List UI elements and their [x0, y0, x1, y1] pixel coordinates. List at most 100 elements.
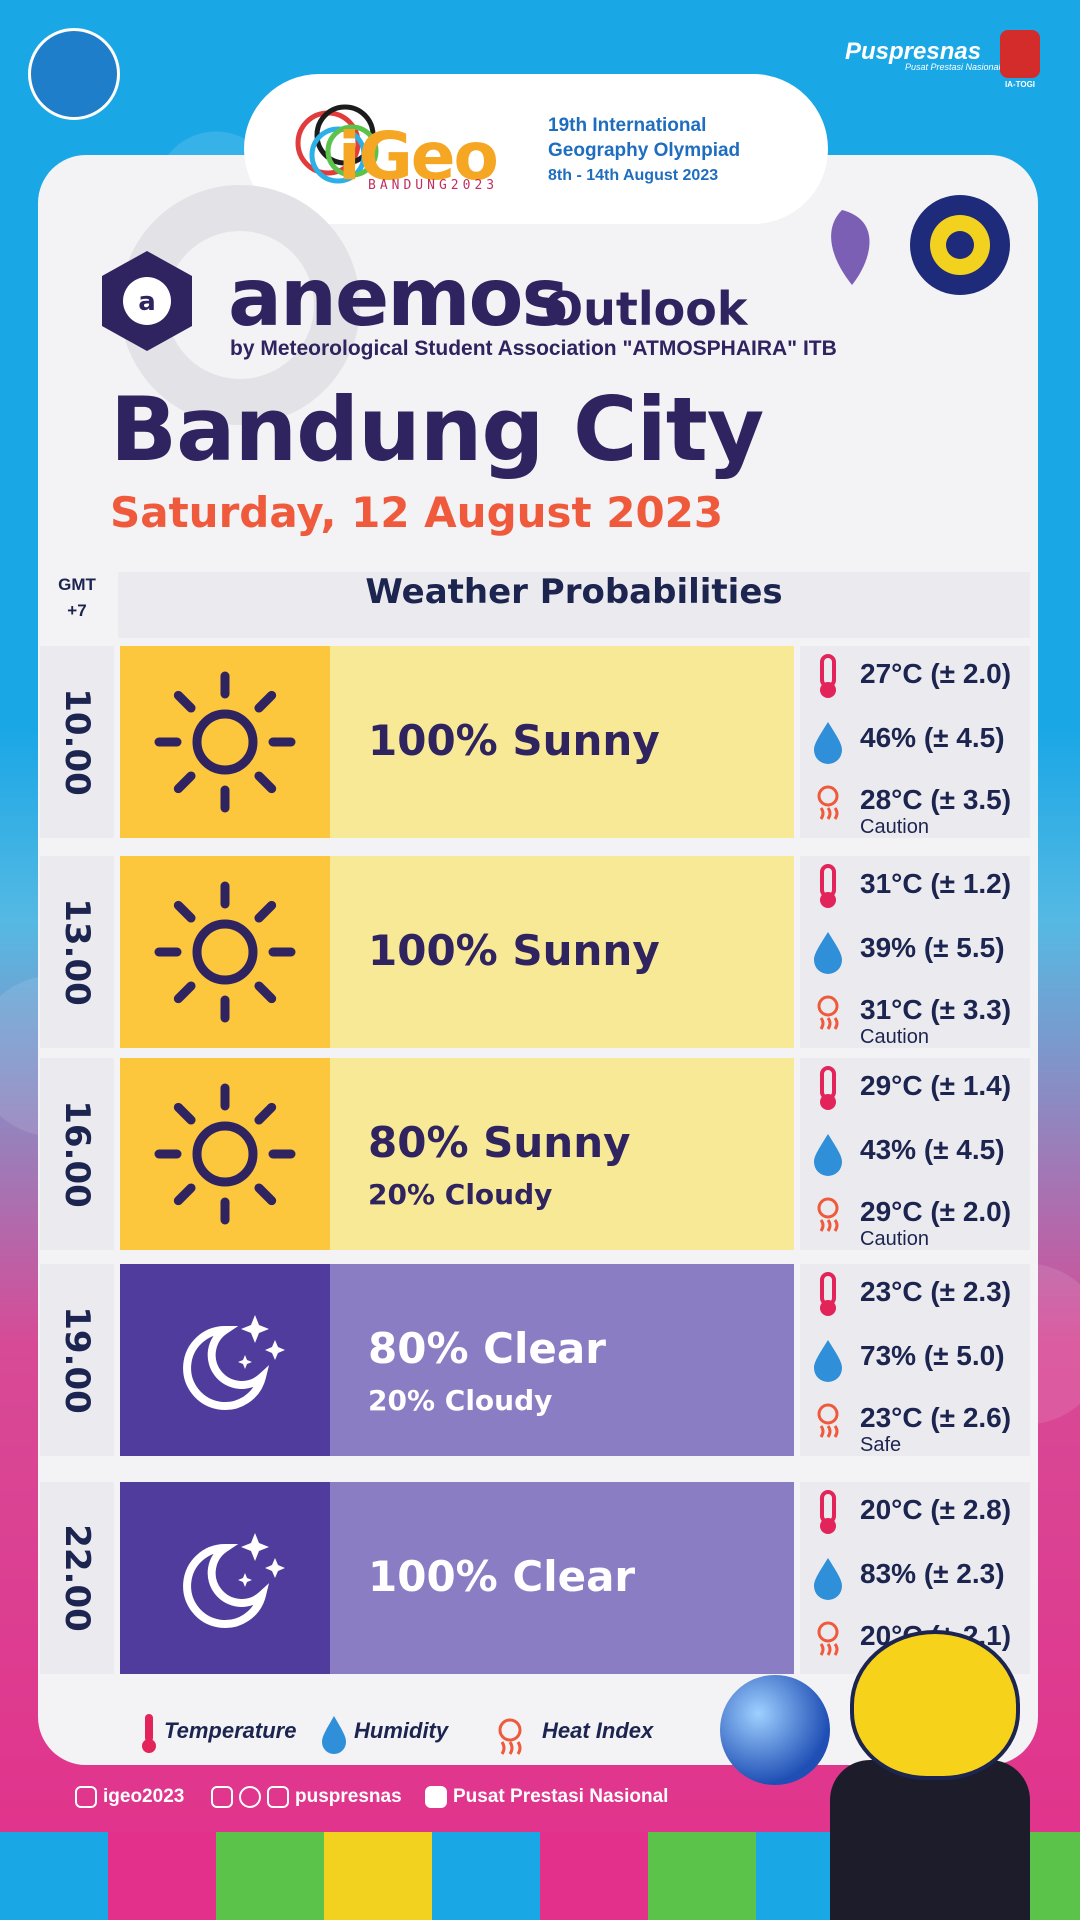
heat-index-icon	[808, 1616, 848, 1662]
sun-icon	[150, 1079, 300, 1233]
city-title: Bandung City	[110, 378, 764, 481]
weather-icon-cell	[120, 1482, 330, 1674]
forecast-row: 13.00 100% Sunny 31°C (± 1.2) 39% (± 5.5) 31…	[40, 856, 1030, 1048]
heat-index-icon	[808, 990, 848, 1036]
heat-index-value: 31°C (± 3.3)	[860, 994, 1012, 1025]
temperature-value: 20°C (± 2.8)	[860, 1494, 1012, 1525]
time-cell: 16.00	[40, 1058, 114, 1250]
olympiad-line1: 19th International	[548, 115, 707, 136]
humidity-drop-icon	[808, 928, 848, 974]
twitter-icon	[239, 1786, 261, 1808]
heat-index-note: Caution	[860, 816, 929, 838]
tut-wuri-handayani-logo	[28, 28, 120, 120]
condition-cell: 80% Sunny 20% Cloudy	[330, 1058, 794, 1250]
time-cell: 10.00	[40, 646, 114, 838]
weather-icon-cell	[120, 1058, 330, 1250]
humidity-drop-icon	[322, 1716, 346, 1754]
temperature-value: 23°C (± 2.3)	[860, 1276, 1012, 1307]
humidity-value: 73% (± 5.0)	[860, 1340, 1005, 1371]
heat-index-value: 29°C (± 2.0)	[860, 1196, 1012, 1227]
temperature-stat: 20°C (± 2.8)	[800, 1488, 1030, 1538]
humidity-drop-icon	[808, 718, 848, 764]
thermometer-icon	[808, 1272, 848, 1318]
temperature-stat: 23°C (± 2.3)	[800, 1270, 1030, 1320]
stats-cell: 29°C (± 1.4) 43% (± 4.5) 29°C (± 2.0) Cauti…	[800, 1058, 1030, 1250]
heat-index-icon	[808, 780, 848, 826]
humidity-stat: 83% (± 2.3)	[800, 1552, 1030, 1602]
thermometer-icon	[808, 1490, 848, 1536]
secondary-condition: 20% Cloudy	[368, 1384, 553, 1417]
mascot-body	[830, 1760, 1030, 1920]
youtube-icon	[425, 1786, 447, 1808]
igeo-logo-subtext: BANDUNG2023	[368, 178, 499, 193]
primary-condition: 100% Sunny	[368, 926, 660, 975]
primary-condition: 100% Sunny	[368, 716, 660, 765]
heat-index-note: Caution	[860, 1026, 929, 1048]
stats-cell: 27°C (± 2.0) 46% (± 4.5) 28°C (± 3.5) Cauti…	[800, 646, 1030, 838]
thermometer-icon	[808, 654, 848, 700]
weather-icon-cell	[120, 646, 330, 838]
primary-condition: 80% Sunny	[368, 1118, 631, 1167]
moon-stars-icon	[150, 1503, 300, 1657]
heat-index-icon	[808, 1192, 848, 1238]
humidity-stat: 43% (± 4.5)	[800, 1128, 1030, 1178]
humidity-drop-icon	[808, 1130, 848, 1176]
heat-index-value: 28°C (± 3.5)	[860, 784, 1012, 815]
moon-stars-icon	[150, 1285, 300, 1439]
condition-cell: 100% Sunny	[330, 856, 794, 1048]
humidity-value: 39% (± 5.5)	[860, 932, 1005, 963]
globe-icon	[720, 1675, 830, 1785]
heat-index-icon	[498, 1718, 522, 1755]
timezone-line2: +7	[67, 601, 87, 620]
forecast-row: 10.00 100% Sunny 27°C (± 2.0) 46% (± 4.5) 28…	[40, 646, 1030, 838]
humidity-value: 83% (± 2.3)	[860, 1558, 1005, 1589]
humidity-stat: 46% (± 4.5)	[800, 716, 1030, 766]
condition-cell: 80% Clear 20% Cloudy	[330, 1264, 794, 1456]
atmosphaira-logo	[822, 200, 892, 290]
condition-cell: 100% Sunny	[330, 646, 794, 838]
youtube-text: Pusat Prestasi Nasional	[453, 1786, 669, 1808]
forecast-row: 16.00 80% Sunny 20% Cloudy 29°C (± 1.4) 43% …	[40, 1058, 1030, 1250]
thermometer-icon	[142, 1714, 156, 1753]
heat-index-stat: 28°C (± 3.5) Caution	[800, 778, 1030, 838]
time-label: 10.00	[57, 688, 97, 796]
himpunan-meteorologi-logo	[910, 195, 1010, 295]
temperature-value: 27°C (± 2.0)	[860, 658, 1012, 689]
anemos-brand: anemos	[228, 251, 569, 344]
social-handles[interactable]: puspresnas	[211, 1786, 402, 1808]
temperature-value: 29°C (± 1.4)	[860, 1070, 1012, 1101]
legend-temperature: Temperature	[164, 1718, 297, 1743]
social-handles-text: puspresnas	[295, 1786, 402, 1808]
anemos-logo-icon: a	[92, 246, 202, 356]
heat-index-icon	[808, 1398, 848, 1444]
humidity-stat: 73% (± 5.0)	[800, 1334, 1030, 1384]
puspresnas-tagline: Pusat Prestasi Nasional	[905, 62, 1001, 72]
humidity-value: 43% (± 4.5)	[860, 1134, 1005, 1165]
youtube-channel[interactable]: Pusat Prestasi Nasional	[425, 1786, 668, 1808]
olympiad-dates: 8th - 14th August 2023	[548, 167, 719, 184]
legend-humidity: Humidity	[354, 1718, 449, 1743]
primary-condition: 100% Clear	[368, 1552, 636, 1601]
thermometer-icon	[808, 864, 848, 910]
instagram-text: igeo2023	[103, 1786, 185, 1808]
humidity-drop-icon	[808, 1554, 848, 1600]
forecast-date: Saturday, 12 August 2023	[110, 488, 724, 537]
humidity-stat: 39% (± 5.5)	[800, 926, 1030, 976]
heat-index-stat: 29°C (± 2.0) Caution	[800, 1190, 1030, 1250]
temperature-stat: 29°C (± 1.4)	[800, 1064, 1030, 1114]
olympiad-line2: Geography Olympiad	[548, 140, 741, 161]
olympiad-title: 19th International Geography Olympiad 8t…	[548, 113, 740, 188]
time-cell: 22.00	[40, 1482, 114, 1674]
secondary-condition: 20% Cloudy	[368, 1178, 553, 1211]
instagram-icon	[75, 1786, 97, 1808]
time-cell: 19.00	[40, 1264, 114, 1456]
outlook-label: Outlook	[544, 282, 748, 336]
timezone-line1: GMT	[58, 575, 96, 594]
sun-icon	[150, 667, 300, 821]
instagram-handle[interactable]: igeo2023	[75, 1786, 184, 1808]
weather-icon-cell	[120, 856, 330, 1048]
sun-icon	[150, 877, 300, 1031]
heat-index-note: Caution	[860, 1228, 929, 1250]
heat-index-stat: 23°C (± 2.6) Safe	[800, 1396, 1030, 1456]
primary-condition: 80% Clear	[368, 1324, 606, 1373]
